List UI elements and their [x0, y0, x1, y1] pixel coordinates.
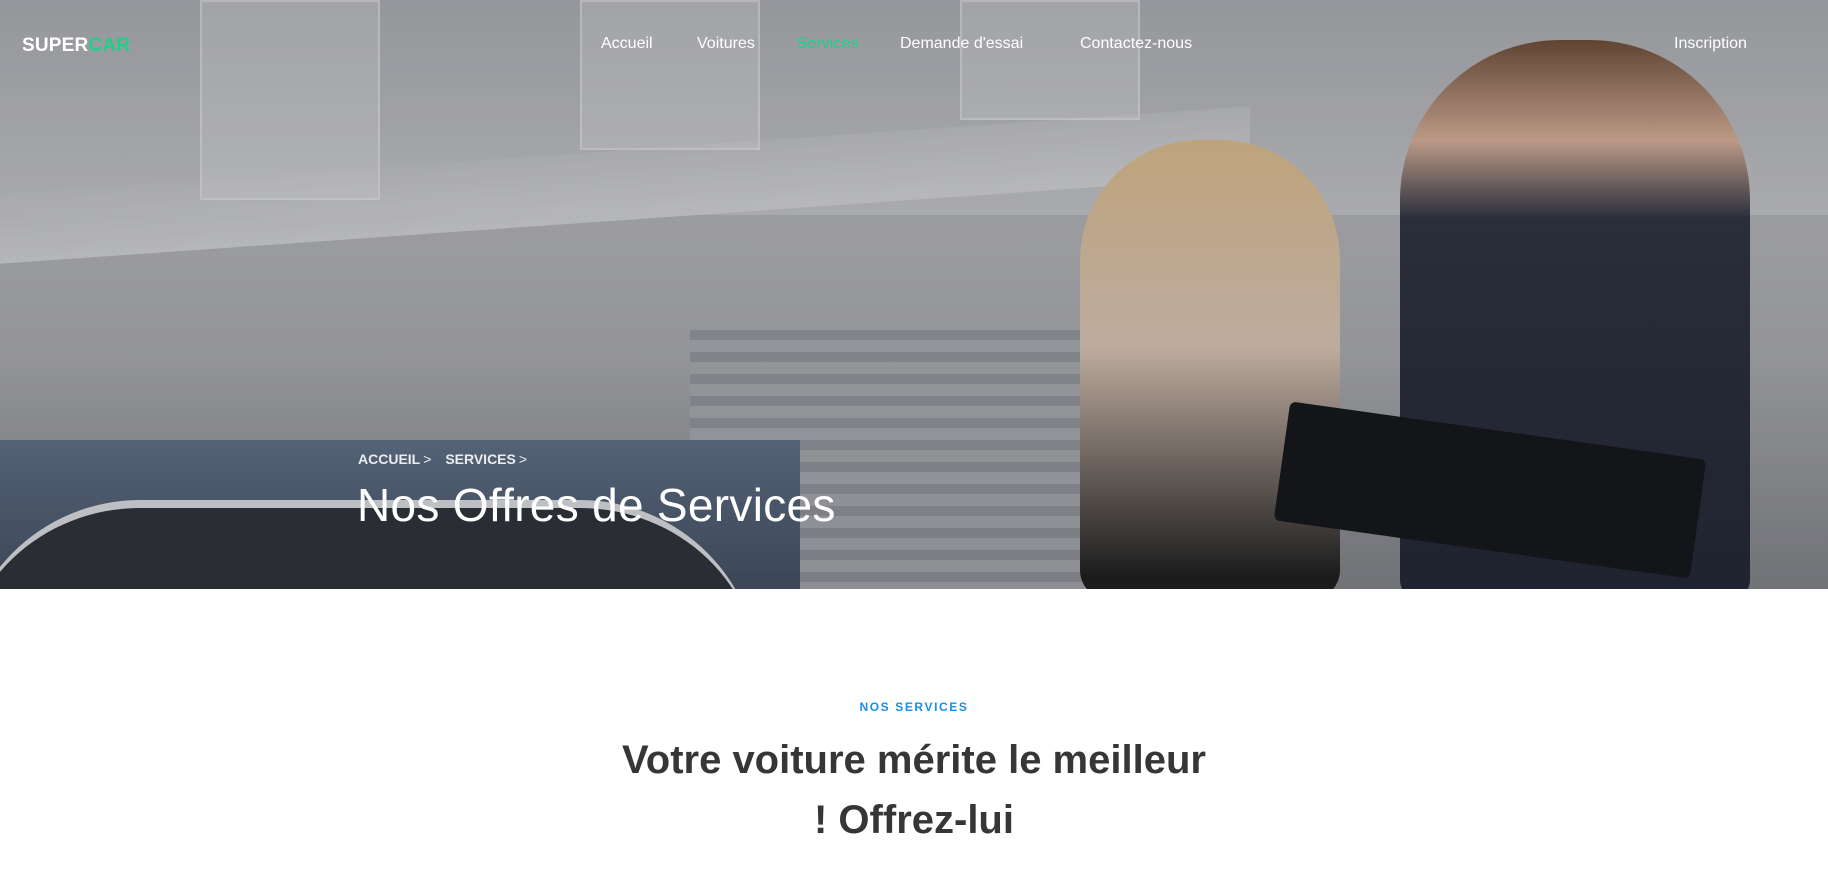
nav-item-accueil[interactable]: Accueil: [601, 35, 653, 53]
logo-text-super: SUPER: [22, 35, 89, 56]
nav-item-voitures[interactable]: Voitures: [697, 35, 755, 53]
section-headline: Votre voiture mérite le meilleur ! Offre…: [514, 730, 1314, 850]
breadcrumb-item-services[interactable]: SERVICES >: [445, 451, 527, 467]
section-eyebrow: NOS SERVICES: [859, 700, 969, 714]
nav-item-contact[interactable]: Contactez-nous: [1080, 35, 1192, 53]
breadcrumb-label: ACCUEIL: [358, 451, 421, 467]
logo-text-car: CAR: [88, 35, 131, 56]
breadcrumb: ACCUEIL > SERVICES >: [358, 451, 537, 467]
hero-banner: SUPERCAR Accueil Voitures Services Deman…: [0, 0, 1828, 589]
top-navbar: SUPERCAR Accueil Voitures Services Deman…: [0, 0, 1828, 90]
headline-line-2: ! Offrez-lui: [814, 798, 1014, 842]
nav-item-services[interactable]: Services: [797, 35, 858, 53]
services-section: NOS SERVICES Votre voiture mérite le mei…: [0, 589, 1828, 888]
breadcrumb-item-accueil[interactable]: ACCUEIL >: [358, 451, 431, 467]
headline-line-1: Votre voiture mérite le meilleur: [622, 738, 1206, 782]
nav-item-demande-essai[interactable]: Demande d'essai: [900, 35, 1023, 53]
chevron-right-icon: >: [518, 451, 528, 467]
page-title: Nos Offres de Services: [357, 479, 836, 531]
chevron-right-icon: >: [423, 451, 432, 467]
breadcrumb-label: SERVICES: [445, 451, 516, 467]
site-logo[interactable]: SUPERCAR: [22, 35, 130, 57]
signup-link[interactable]: Inscription: [1674, 35, 1747, 53]
